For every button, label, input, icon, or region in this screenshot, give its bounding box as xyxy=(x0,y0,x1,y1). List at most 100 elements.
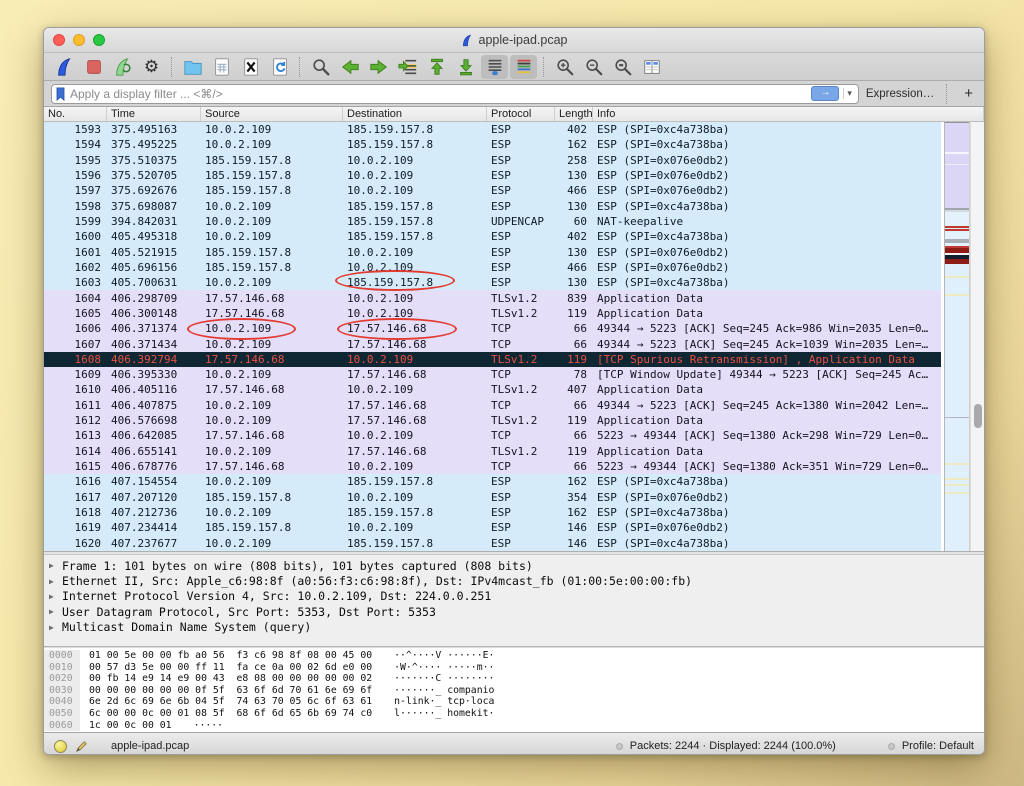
zoom-out-button[interactable] xyxy=(580,55,607,79)
packet-1599-src: 10.0.2.109 xyxy=(201,215,343,228)
column-header-info[interactable]: Info xyxy=(593,107,984,121)
packet-1612-no: 1612 xyxy=(44,414,107,427)
packet-row-1605[interactable]: 1605406.30014817.57.146.6810.0.2.109TLSv… xyxy=(44,306,941,321)
expression-button[interactable]: Expression… xyxy=(866,88,934,100)
hex-line-0050[interactable]: 00506c 00 00 0c 00 01 08 5f 68 6f 6d 65 … xyxy=(44,708,984,720)
disclosure-triangle-icon[interactable]: ▶ xyxy=(49,592,62,601)
packet-row-1611[interactable]: 1611406.40787510.0.2.10917.57.146.68TCP6… xyxy=(44,398,941,413)
disclosure-triangle-icon[interactable]: ▶ xyxy=(49,577,62,586)
detail-line-4[interactable]: ▶Multicast Domain Name System (query) xyxy=(49,620,984,635)
capture-options-button[interactable]: ⚙ xyxy=(138,55,165,79)
packet-row-1607[interactable]: 1607406.37143410.0.2.10917.57.146.68TCP6… xyxy=(44,336,941,351)
packet-row-1619[interactable]: 1619407.234414185.159.157.810.0.2.109ESP… xyxy=(44,520,941,535)
packet-row-1614[interactable]: 1614406.65514110.0.2.10917.57.146.68TLSv… xyxy=(44,444,941,459)
packet-1618-proto: ESP xyxy=(487,506,555,519)
packet-row-1593[interactable]: 1593375.49516310.0.2.109185.159.157.8ESP… xyxy=(44,122,941,137)
packet-row-1598[interactable]: 1598375.69808710.0.2.109185.159.157.8ESP… xyxy=(44,199,941,214)
go-first-packet-button[interactable] xyxy=(423,55,450,79)
stop-capture-button[interactable] xyxy=(80,55,107,79)
minimize-window-button[interactable] xyxy=(73,34,85,46)
packet-1619-dst: 10.0.2.109 xyxy=(343,521,487,534)
detail-line-1[interactable]: ▶Ethernet II, Src: Apple_c6:98:8f (a0:56… xyxy=(49,573,984,588)
status-packets-text: Packets: 2244 · Displayed: 2244 (100.0%) xyxy=(630,740,836,752)
packet-1593-info: ESP (SPI=0xc4a738ba) xyxy=(593,123,941,136)
packet-1615-len: 66 xyxy=(555,460,593,473)
filter-history-dropdown[interactable]: ▾ xyxy=(843,88,855,99)
column-header-protocol[interactable]: Protocol xyxy=(487,107,555,121)
packet-row-1596[interactable]: 1596375.520705185.159.157.810.0.2.109ESP… xyxy=(44,168,941,183)
column-header-time[interactable]: Time xyxy=(107,107,201,121)
restart-capture-button[interactable] xyxy=(109,55,136,79)
hex-line-0020[interactable]: 002000 fb 14 e9 14 e9 00 43 e8 08 00 00 … xyxy=(44,673,984,685)
reload-file-button[interactable] xyxy=(266,55,293,79)
hex-line-0010[interactable]: 001000 57 d3 5e 00 00 ff 11 fa ce 0a 00 … xyxy=(44,662,984,674)
go-last-packet-button[interactable] xyxy=(452,55,479,79)
packet-row-1594[interactable]: 1594375.49522510.0.2.109185.159.157.8ESP… xyxy=(44,137,941,152)
packet-row-1617[interactable]: 1617407.207120185.159.157.810.0.2.109ESP… xyxy=(44,490,941,505)
hex-line-0000[interactable]: 000001 00 5e 00 00 fb a0 56 f3 c6 98 8f … xyxy=(44,650,984,662)
go-back-button[interactable] xyxy=(336,55,363,79)
packet-row-1620[interactable]: 1620407.23767710.0.2.109185.159.157.8ESP… xyxy=(44,535,941,550)
close-window-button[interactable] xyxy=(53,34,65,46)
packet-row-1610[interactable]: 1610406.40511617.57.146.6810.0.2.109TLSv… xyxy=(44,382,941,397)
packet-row-1616[interactable]: 1616407.15455410.0.2.109185.159.157.8ESP… xyxy=(44,474,941,489)
detail-line-2[interactable]: ▶Internet Protocol Version 4, Src: 10.0.… xyxy=(49,589,984,604)
start-capture-button[interactable] xyxy=(51,55,78,79)
disclosure-triangle-icon[interactable]: ▶ xyxy=(49,561,62,570)
packet-1606-dst: 17.57.146.68 xyxy=(343,322,487,335)
column-header-source[interactable]: Source xyxy=(201,107,343,121)
detail-line-0[interactable]: ▶Frame 1: 101 bytes on wire (808 bits), … xyxy=(49,558,984,573)
packet-row-1604[interactable]: 1604406.29870917.57.146.6810.0.2.109TLSv… xyxy=(44,290,941,305)
hex-line-0060[interactable]: 00601c 00 0c 00 01····· xyxy=(44,720,984,732)
column-header-no[interactable]: No. xyxy=(44,107,107,121)
detail-line-3[interactable]: ▶User Datagram Protocol, Src Port: 5353,… xyxy=(49,604,984,619)
packet-row-1597[interactable]: 1597375.692676185.159.157.810.0.2.109ESP… xyxy=(44,183,941,198)
packet-1613-info: 5223 → 49344 [ACK] Seq=1380 Ack=298 Win=… xyxy=(593,429,941,442)
packet-row-1615[interactable]: 1615406.67877617.57.146.6810.0.2.109TCP6… xyxy=(44,459,941,474)
scrollbar-thumb[interactable] xyxy=(974,404,982,428)
packet-row-1608[interactable]: 1608406.39279417.57.146.6810.0.2.109TLSv… xyxy=(44,352,941,367)
zoom-in-button[interactable] xyxy=(551,55,578,79)
find-packet-button[interactable] xyxy=(307,55,334,79)
packet-row-1599[interactable]: 1599394.84203110.0.2.109185.159.157.8UDP… xyxy=(44,214,941,229)
add-filter-button[interactable]: + xyxy=(960,85,977,102)
packet-row-1613[interactable]: 1613406.64208517.57.146.6810.0.2.109TCP6… xyxy=(44,428,941,443)
save-file-button[interactable] xyxy=(208,55,235,79)
disclosure-triangle-icon[interactable]: ▶ xyxy=(49,623,62,632)
packet-row-1609[interactable]: 1609406.39533010.0.2.10917.57.146.68TCP7… xyxy=(44,367,941,382)
packet-row-1600[interactable]: 1600405.49531810.0.2.109185.159.157.8ESP… xyxy=(44,229,941,244)
column-header-destination[interactable]: Destination xyxy=(343,107,487,121)
apply-filter-button[interactable]: → xyxy=(811,86,839,101)
status-profile[interactable]: Profile: Default xyxy=(888,740,974,752)
packet-row-1606[interactable]: 1606406.37137410.0.2.10917.57.146.68TCP6… xyxy=(44,321,941,336)
go-forward-button[interactable] xyxy=(365,55,392,79)
packet-row-1602[interactable]: 1602405.696156185.159.157.810.0.2.109ESP… xyxy=(44,260,941,275)
packet-row-1618[interactable]: 1618407.21273610.0.2.109185.159.157.8ESP… xyxy=(44,505,941,520)
packet-row-1601[interactable]: 1601405.521915185.159.157.810.0.2.109ESP… xyxy=(44,245,941,260)
zoom-original-button[interactable] xyxy=(609,55,636,79)
minimap-stripe xyxy=(945,484,969,486)
expert-info-indicator-icon[interactable] xyxy=(54,740,67,753)
zoom-window-button[interactable] xyxy=(93,34,105,46)
column-header-length[interactable]: Length xyxy=(555,107,593,121)
resize-columns-button[interactable] xyxy=(638,55,665,79)
capture-comment-pencil-icon[interactable] xyxy=(74,739,89,754)
bookmark-icon[interactable] xyxy=(55,87,66,101)
packet-1608-src: 17.57.146.68 xyxy=(201,353,343,366)
auto-scroll-button[interactable] xyxy=(481,55,508,79)
packet-row-1595[interactable]: 1595375.510375185.159.157.810.0.2.109ESP… xyxy=(44,153,941,168)
packet-1597-no: 1597 xyxy=(44,184,107,197)
open-file-button[interactable] xyxy=(179,55,206,79)
display-filter-input[interactable]: Apply a display filter ... <⌘/> → ▾ xyxy=(51,84,859,104)
packet-row-1612[interactable]: 1612406.57669810.0.2.10917.57.146.68TLSv… xyxy=(44,413,941,428)
colorize-button[interactable] xyxy=(510,55,537,79)
hex-line-0030[interactable]: 003000 00 00 00 00 00 0f 5f 63 6f 6d 70 … xyxy=(44,685,984,697)
close-file-button[interactable] xyxy=(237,55,264,79)
packet-list-scrollbar[interactable] xyxy=(970,122,984,551)
disclosure-triangle-icon[interactable]: ▶ xyxy=(49,607,62,616)
hex-line-0040[interactable]: 00406e 2d 6c 69 6e 6b 04 5f 74 63 70 05 … xyxy=(44,696,984,708)
hex-ascii: n-link·_ tcp·loca xyxy=(372,696,494,708)
intelligent-scrollbar-minimap[interactable] xyxy=(944,122,970,551)
go-to-packet-button[interactable] xyxy=(394,55,421,79)
packet-row-1603[interactable]: 1603405.70063110.0.2.109185.159.157.8ESP… xyxy=(44,275,941,290)
